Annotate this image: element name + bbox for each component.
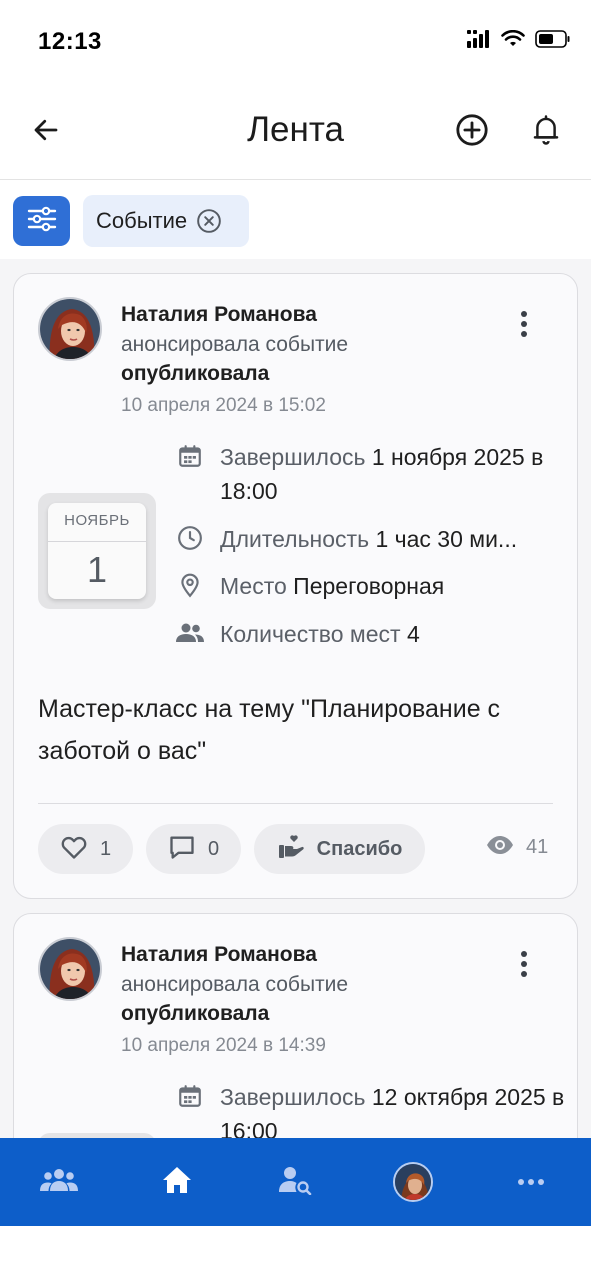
card-divider bbox=[38, 803, 553, 804]
event-place-text: Место Переговорная bbox=[220, 569, 444, 603]
event-ended-key: Завершилось bbox=[220, 444, 366, 470]
page-title: Лента bbox=[247, 110, 344, 149]
event-duration-value: 1 час 30 ми... bbox=[375, 526, 518, 552]
calendar-month: НОЯБРЬ bbox=[64, 512, 130, 529]
people-icon bbox=[39, 1167, 79, 1198]
like-count: 1 bbox=[99, 837, 112, 860]
event-ended-text: Завершилось 1 ноября 2025 в 18:00 bbox=[220, 440, 569, 508]
more-horizontal-icon bbox=[517, 1173, 545, 1191]
nav-user-search[interactable] bbox=[267, 1156, 323, 1208]
filter-row: Событие bbox=[0, 181, 591, 259]
eye-icon bbox=[486, 835, 514, 860]
nav-profile[interactable] bbox=[385, 1156, 441, 1208]
event-seats-row: Количество мест 4 bbox=[174, 617, 569, 651]
filter-chip-label: Событие bbox=[96, 208, 188, 233]
calendar-divider bbox=[48, 541, 146, 542]
comment-count: 0 bbox=[207, 837, 220, 860]
thanks-label: Спасибо bbox=[316, 837, 403, 860]
thanks-button[interactable]: Спасибо bbox=[254, 824, 425, 874]
calendar-icon bbox=[174, 440, 206, 472]
post-author[interactable]: Наталия Романова bbox=[121, 303, 317, 327]
status-time: 12:13 bbox=[38, 28, 102, 55]
event-calendar: НОЯБРЬ 1 bbox=[48, 503, 146, 599]
nav-people[interactable] bbox=[31, 1156, 87, 1208]
nav-home[interactable] bbox=[149, 1156, 205, 1208]
avatar[interactable] bbox=[38, 937, 102, 1001]
post-date: 10 апреля 2024 в 14:39 bbox=[121, 1035, 326, 1056]
wifi-icon bbox=[501, 29, 525, 53]
comment-button[interactable]: 0 bbox=[146, 824, 241, 874]
home-indicator-area bbox=[0, 1226, 591, 1280]
filter-button[interactable] bbox=[13, 196, 70, 246]
bottom-navigation bbox=[0, 1138, 591, 1226]
calendar-icon bbox=[174, 1080, 206, 1112]
post-date: 10 апреля 2024 в 15:02 bbox=[121, 395, 326, 416]
post-menu-button[interactable] bbox=[510, 306, 538, 346]
location-pin-icon bbox=[174, 569, 206, 601]
profile-avatar bbox=[393, 1162, 433, 1202]
close-circle-icon[interactable] bbox=[195, 207, 223, 235]
status-icons bbox=[467, 29, 571, 53]
more-vertical-icon bbox=[520, 310, 528, 343]
post-status: опубликовала bbox=[121, 1002, 270, 1025]
add-post-button[interactable] bbox=[448, 108, 496, 156]
post-status: опубликовала bbox=[121, 362, 270, 385]
filter-chip-event: Событие bbox=[83, 195, 249, 247]
signal-icon bbox=[467, 30, 491, 53]
event-duration-row: Длительность 1 час 30 ми... bbox=[174, 522, 569, 556]
post-action: анонсировала событие bbox=[121, 333, 349, 356]
event-ended-row: Завершилось 12 октября 2025 в 16:00 bbox=[174, 1080, 569, 1138]
event-place-row: Место Переговорная bbox=[174, 569, 569, 603]
event-place-key: Место bbox=[220, 573, 287, 599]
views-counter: 41 bbox=[486, 835, 548, 860]
sliders-icon bbox=[27, 206, 57, 237]
feed: Наталия Романова анонсировала событие оп… bbox=[0, 259, 591, 1138]
nav-more[interactable] bbox=[503, 1156, 559, 1208]
event-ended-text: Завершилось 12 октября 2025 в 16:00 bbox=[220, 1080, 569, 1138]
app-header: Лента bbox=[0, 88, 591, 180]
like-button[interactable]: 1 bbox=[38, 824, 133, 874]
event-place-value: Переговорная bbox=[293, 573, 445, 599]
post-card[interactable]: Наталия Романова анонсировала событие оп… bbox=[13, 273, 578, 899]
post-action: анонсировала событие bbox=[121, 973, 349, 996]
event-ended-key: Завершилось bbox=[220, 1084, 366, 1110]
event-seats-text: Количество мест 4 bbox=[220, 617, 420, 651]
event-ended-row: Завершилось 1 ноября 2025 в 18:00 bbox=[174, 440, 569, 508]
heart-icon bbox=[60, 834, 88, 865]
post-menu-button[interactable] bbox=[510, 946, 538, 986]
event-seats-key: Количество мест bbox=[220, 621, 401, 647]
plus-circle-icon bbox=[455, 113, 489, 152]
post-card[interactable]: Наталия Романова анонсировала событие оп… bbox=[13, 913, 578, 1138]
post-description: Мастер-класс на тему "Планирование с заб… bbox=[38, 695, 501, 765]
views-count: 41 bbox=[526, 836, 549, 858]
people-icon bbox=[174, 617, 206, 649]
avatar[interactable] bbox=[38, 297, 102, 361]
event-calendar-tile: НОЯБРЬ 1 bbox=[38, 493, 156, 609]
event-duration-text: Длительность 1 час 30 ми... bbox=[220, 522, 517, 556]
more-vertical-icon bbox=[520, 950, 528, 983]
event-seats-value: 4 bbox=[406, 621, 420, 647]
calendar-day: 1 bbox=[86, 549, 108, 590]
status-bar: 12:13 bbox=[0, 0, 591, 88]
hand-heart-icon bbox=[277, 834, 305, 865]
event-duration-key: Длительность bbox=[220, 526, 370, 552]
user-search-icon bbox=[278, 1165, 312, 1200]
battery-icon bbox=[535, 30, 571, 53]
post-author[interactable]: Наталия Романова bbox=[121, 943, 317, 967]
home-icon bbox=[161, 1165, 193, 1200]
bell-icon bbox=[531, 114, 561, 151]
comment-icon bbox=[168, 834, 196, 865]
notifications-button[interactable] bbox=[522, 108, 570, 156]
clock-icon bbox=[174, 522, 206, 554]
